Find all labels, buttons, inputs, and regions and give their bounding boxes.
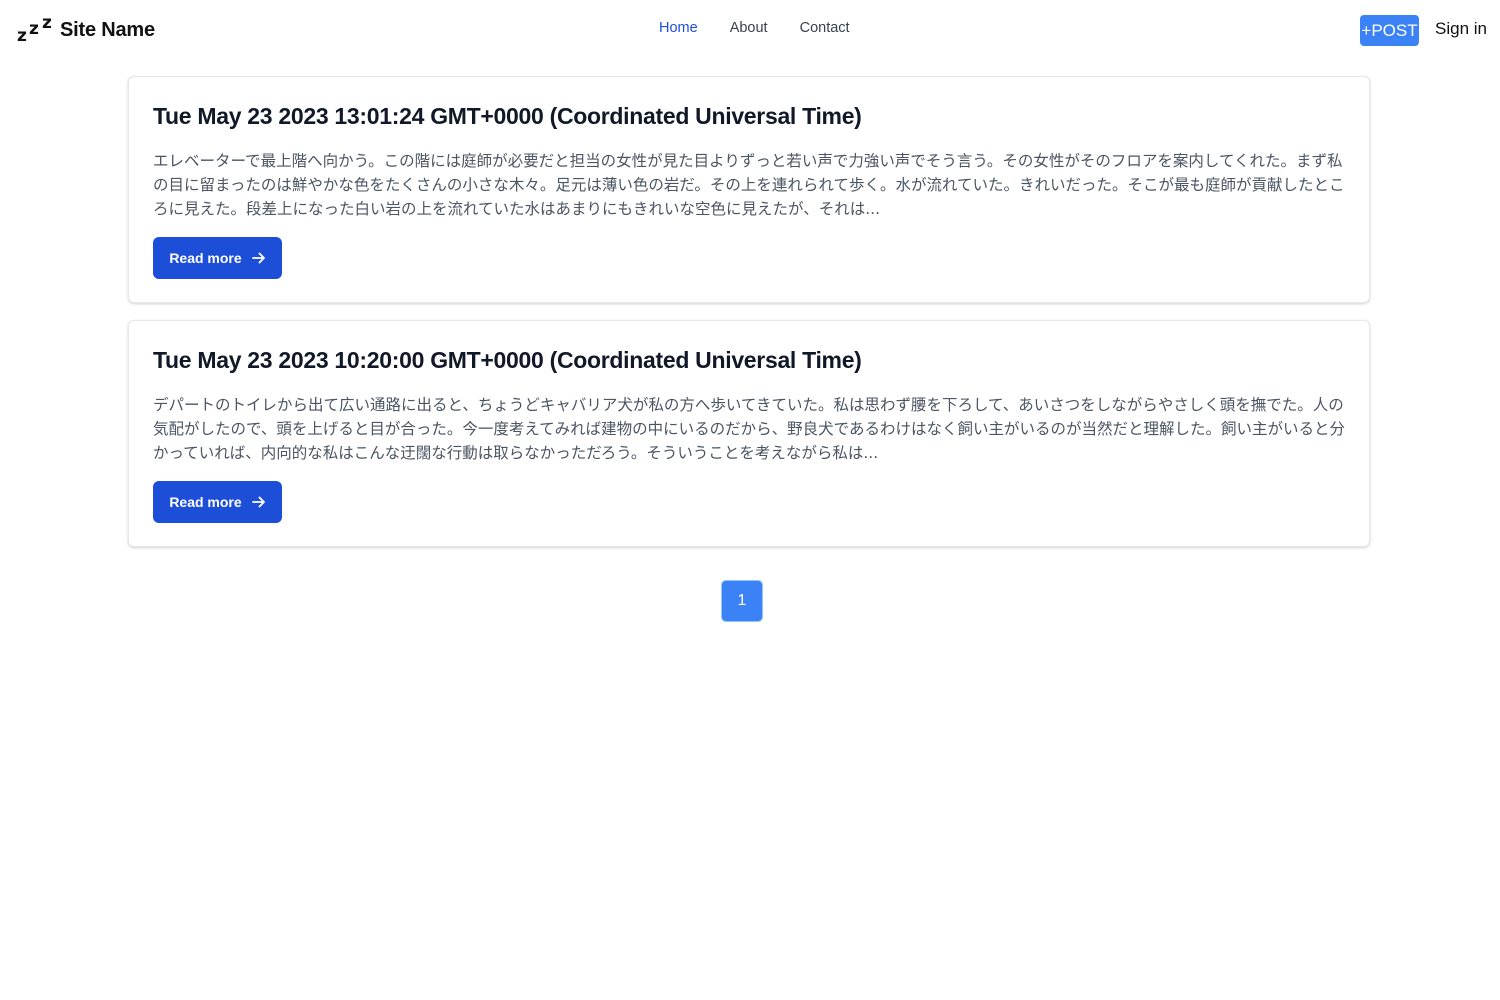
read-more-button[interactable]: Read more <box>153 237 282 279</box>
post-card: Tue May 23 2023 13:01:24 GMT+0000 (Coord… <box>128 76 1370 303</box>
post-title: Tue May 23 2023 10:20:00 GMT+0000 (Coord… <box>153 347 862 373</box>
brand-link[interactable]: z z z Site Name <box>17 14 155 46</box>
read-more-label: Read more <box>169 494 242 510</box>
sign-in-link[interactable]: Sign in <box>1435 19 1487 39</box>
site-header: z z z Site Name Home About Contact +POST… <box>0 0 1500 60</box>
post-excerpt: デパートのトイレから出て広い通路に出ると、ちょうどキャバリア犬が私の方へ歩いてき… <box>153 396 1345 462</box>
logo-letter: z <box>17 26 27 46</box>
logo-letter: z <box>42 13 52 33</box>
post-card: Tue May 23 2023 10:20:00 GMT+0000 (Coord… <box>128 320 1370 547</box>
logo-letter: z <box>29 19 39 39</box>
post-excerpt: エレベーターで最上階へ向かう。この階には庭師が必要だと担当の女性が見た目よりずっ… <box>153 152 1345 218</box>
nav-link-home[interactable]: Home <box>659 20 698 36</box>
nav-link-about[interactable]: About <box>730 20 768 36</box>
page-button-current[interactable]: 1 <box>721 580 763 622</box>
arrow-right-icon <box>251 496 265 508</box>
post-title: Tue May 23 2023 13:01:24 GMT+0000 (Coord… <box>153 103 862 129</box>
arrow-right-icon <box>251 252 265 264</box>
read-more-label: Read more <box>169 250 242 266</box>
site-name: Site Name <box>60 18 155 41</box>
zzz-logo-icon: z z z <box>17 15 55 45</box>
read-more-button[interactable]: Read more <box>153 481 282 523</box>
new-post-button[interactable]: +POST <box>1360 15 1419 46</box>
nav-link-contact[interactable]: Contact <box>800 20 850 36</box>
main-nav: Home About Contact <box>659 20 850 36</box>
